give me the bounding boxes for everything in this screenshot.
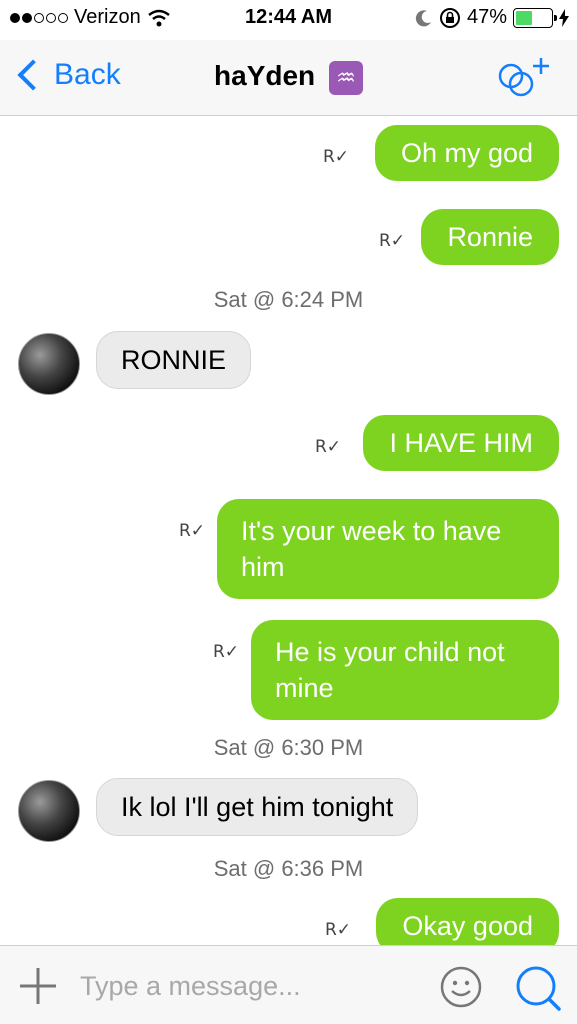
rotation-lock-icon	[439, 7, 460, 28]
outgoing-message[interactable]: Okay good	[376, 898, 559, 945]
conversation-title: haYden ♒	[0, 60, 577, 95]
outgoing-message[interactable]: I HAVE HIM	[363, 415, 559, 471]
incoming-message[interactable]: Ik lol I'll get him tonight	[96, 778, 419, 836]
compose-bar	[0, 945, 577, 1024]
outgoing-message[interactable]: He is your child not mine	[251, 620, 559, 720]
read-receipt-icon: R✓	[178, 521, 205, 541]
nav-bar: Back haYden ♒	[0, 40, 577, 116]
timestamp: Sat @ 6:36 PM	[213, 856, 364, 881]
read-receipt-icon: R✓	[324, 920, 351, 940]
read-receipt-icon: R✓	[314, 437, 341, 457]
add-participant-button[interactable]	[497, 56, 551, 100]
avatar[interactable]	[18, 780, 80, 842]
avatar[interactable]	[18, 333, 80, 395]
status-right: 47%	[415, 6, 569, 29]
timestamp: Sat @ 6:30 PM	[213, 735, 364, 760]
battery-percent: 47%	[466, 6, 507, 28]
read-receipt-icon: R✓	[322, 147, 349, 167]
contact-name: haYden	[214, 60, 316, 91]
message-input[interactable]	[80, 964, 420, 1008]
read-receipt-icon: R✓	[378, 231, 405, 251]
charging-icon	[559, 8, 569, 27]
plus-icon[interactable]	[18, 966, 58, 1006]
incoming-message[interactable]: RONNIE	[96, 331, 252, 389]
outgoing-message[interactable]: Ronnie	[421, 209, 559, 265]
battery-icon	[513, 7, 557, 28]
message-list[interactable]: R✓ Oh my god R✓ Ronnie Sat @ 6:24 PM RON…	[0, 117, 577, 945]
search-icon[interactable]	[514, 964, 562, 1012]
read-receipt-icon: R✓	[212, 642, 239, 662]
aquarius-icon: ♒	[328, 60, 363, 95]
outgoing-message[interactable]: Oh my god	[374, 125, 559, 181]
status-bar: Verizon 12:44 AM 47%	[0, 0, 577, 40]
outgoing-message[interactable]: It's your week to have him	[217, 499, 559, 599]
timestamp: Sat @ 6:24 PM	[213, 287, 364, 312]
moon-icon	[415, 9, 431, 26]
emoji-icon[interactable]	[440, 966, 482, 1008]
